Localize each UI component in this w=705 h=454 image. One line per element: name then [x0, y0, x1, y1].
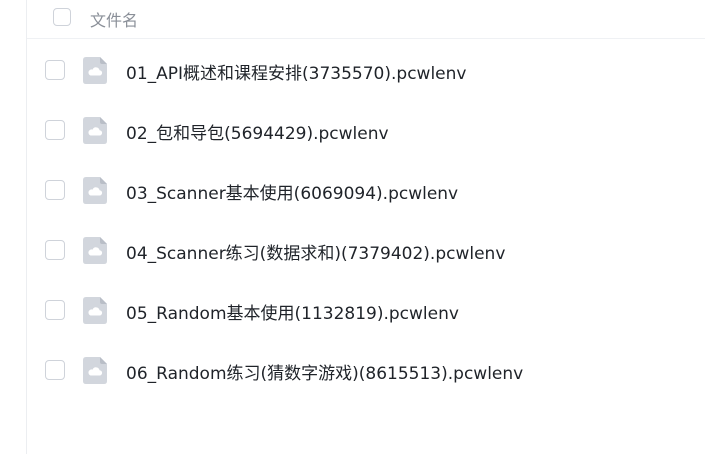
file-row[interactable]: 01_API概述和课程安排(3735570).pcwlenv	[27, 40, 705, 100]
file-checkbox[interactable]	[45, 60, 65, 80]
file-row[interactable]: 05_Random基本使用(1132819).pcwlenv	[27, 280, 705, 340]
file-checkbox[interactable]	[45, 300, 65, 320]
file-list-header: 文件名	[27, 0, 705, 39]
cloud-file-icon	[83, 177, 107, 204]
file-name[interactable]: 02_包和导包(5694429).pcwlenv	[126, 119, 389, 144]
cloud-file-icon	[83, 357, 107, 384]
column-header-filename[interactable]: 文件名	[90, 7, 138, 31]
file-name[interactable]: 01_API概述和课程安排(3735570).pcwlenv	[126, 59, 466, 84]
select-all-checkbox[interactable]	[53, 8, 71, 26]
file-row[interactable]: 02_包和导包(5694429).pcwlenv	[27, 100, 705, 160]
file-checkbox[interactable]	[45, 180, 65, 200]
file-checkbox[interactable]	[45, 360, 65, 380]
file-name[interactable]: 06_Random练习(猜数字游戏)(8615513).pcwlenv	[126, 359, 523, 384]
file-name[interactable]: 04_Scanner练习(数据求和)(7379402).pcwlenv	[126, 239, 505, 264]
cloud-file-icon	[83, 237, 107, 264]
file-checkbox[interactable]	[45, 120, 65, 140]
file-row[interactable]: 03_Scanner基本使用(6069094).pcwlenv	[27, 160, 705, 220]
cloud-file-icon	[83, 57, 107, 84]
file-row[interactable]: 06_Random练习(猜数字游戏)(8615513).pcwlenv	[27, 340, 705, 400]
cloud-file-icon	[83, 117, 107, 144]
file-row[interactable]: 04_Scanner练习(数据求和)(7379402).pcwlenv	[27, 220, 705, 280]
file-name[interactable]: 03_Scanner基本使用(6069094).pcwlenv	[126, 179, 458, 204]
cloud-file-icon	[83, 297, 107, 324]
file-checkbox[interactable]	[45, 240, 65, 260]
file-name[interactable]: 05_Random基本使用(1132819).pcwlenv	[126, 299, 459, 324]
